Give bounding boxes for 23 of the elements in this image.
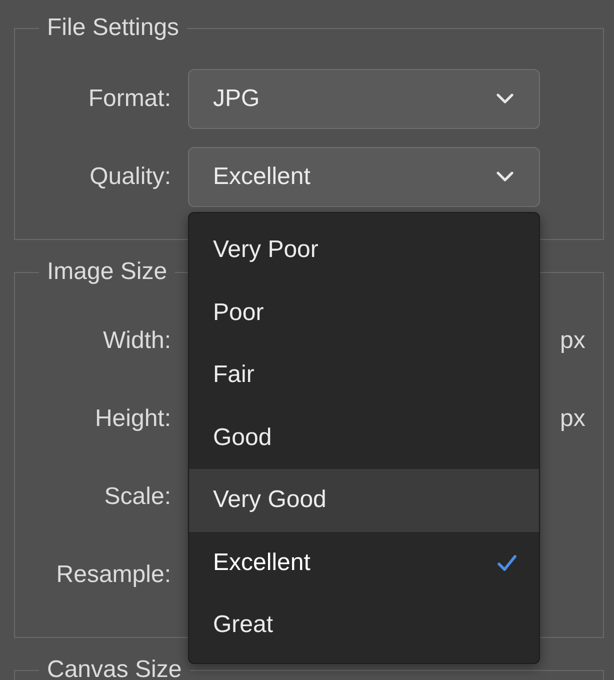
field-label: Height:	[94, 405, 171, 433]
section-title: Image Size	[46, 258, 168, 286]
menu-option[interactable]: Fair	[189, 344, 539, 406]
checkmark-icon	[497, 554, 517, 572]
field-label: Quality:	[88, 163, 171, 191]
section-title: Canvas Size	[46, 656, 183, 680]
field-label: Format:	[87, 85, 171, 113]
unit-label: px	[560, 405, 586, 433]
chevron-down-icon	[495, 93, 515, 105]
menu-option[interactable]: Good	[189, 406, 539, 469]
chevron-down-icon	[495, 171, 515, 183]
field-label: Resample:	[55, 561, 171, 589]
menu-option[interactable]: Poor	[189, 282, 539, 344]
field-label: Width:	[102, 327, 171, 355]
section-title: File Settings	[46, 14, 180, 42]
menu-option[interactable]: Excellent	[189, 532, 539, 594]
dropdown-select[interactable]: JPG	[188, 69, 540, 129]
menu-option[interactable]: Very Good	[189, 469, 539, 532]
menu-option[interactable]: Great	[189, 594, 539, 656]
field-label: Scale:	[103, 483, 171, 511]
menu-option[interactable]: Very Poor	[189, 219, 539, 282]
dropdown-select[interactable]: Excellent	[188, 147, 540, 207]
unit-label: px	[560, 327, 586, 355]
